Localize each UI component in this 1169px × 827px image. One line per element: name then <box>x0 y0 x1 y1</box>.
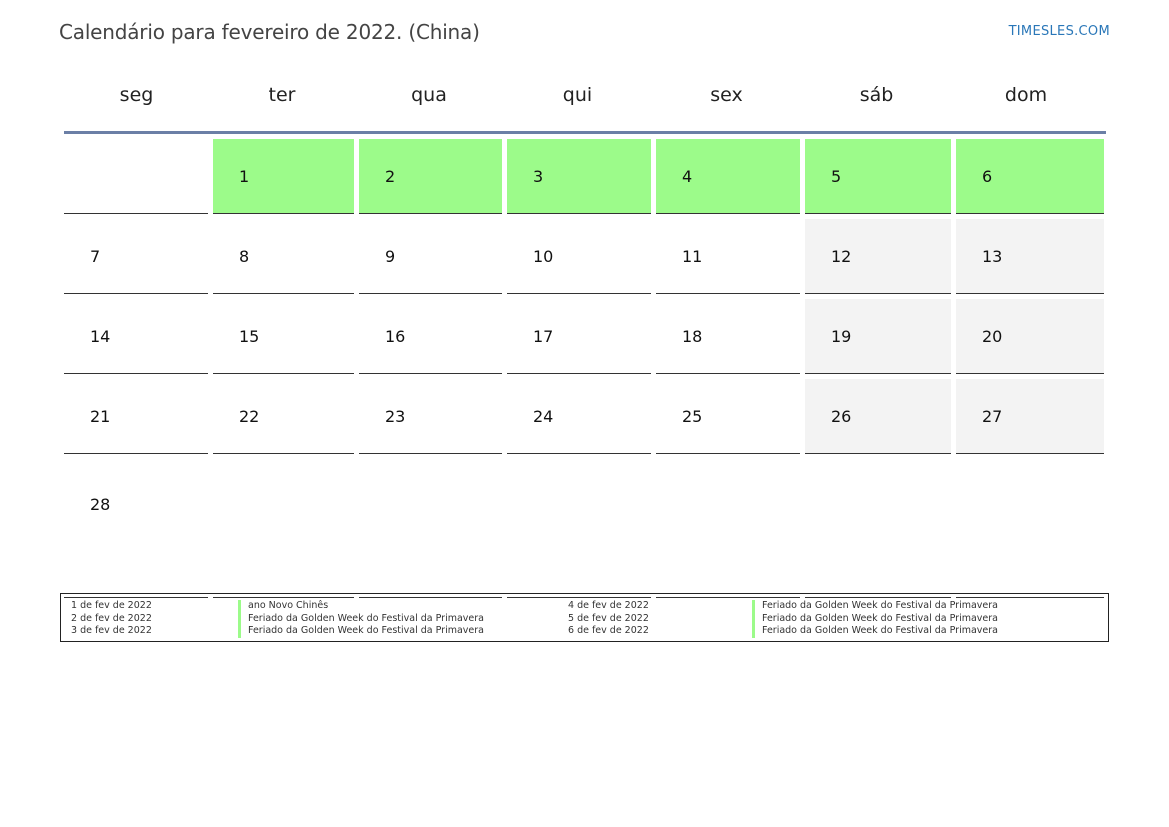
day-number: 15 <box>239 327 260 346</box>
day-number: 3 <box>533 167 544 186</box>
day-cell[interactable]: 28 <box>64 459 208 598</box>
legend-holiday-name: Feriado da Golden Week do Festival da Pr… <box>238 612 484 625</box>
calendar-grid: 1 2 3 4 5 6 7 8 9 10 11 12 13 14 15 16 1… <box>64 139 1106 603</box>
day-cell[interactable]: 15 <box>213 299 354 374</box>
weekday-thu: qui <box>562 84 593 106</box>
day-cell[interactable]: 8 <box>213 219 354 294</box>
legend-date: 5 de fev de 2022 <box>568 612 649 624</box>
day-number: 5 <box>831 167 842 186</box>
day-cell-weekend[interactable]: 20 <box>956 299 1104 374</box>
day-cell-weekend[interactable]: 26 <box>805 379 951 454</box>
day-cell-weekend[interactable]: 13 <box>956 219 1104 294</box>
header-divider <box>64 131 1106 134</box>
weekday-sat: sáb <box>859 84 894 106</box>
day-number: 17 <box>533 327 554 346</box>
week-row: 1 2 3 4 5 6 <box>64 139 1106 214</box>
legend-names-left: ano Novo Chinês Feriado da Golden Week d… <box>238 600 484 638</box>
day-number: 9 <box>385 247 396 266</box>
legend-holiday-name: Feriado da Golden Week do Festival da Pr… <box>752 600 998 613</box>
day-cell-holiday[interactable]: 1 <box>213 139 354 214</box>
day-number: 24 <box>533 407 554 426</box>
day-cell <box>64 139 208 214</box>
legend-holiday-name: Feriado da Golden Week do Festival da Pr… <box>752 612 998 625</box>
day-cell <box>359 459 502 598</box>
day-cell-weekend[interactable]: 27 <box>956 379 1104 454</box>
weekday-mon: seg <box>119 84 154 106</box>
day-number: 8 <box>239 247 250 266</box>
day-cell[interactable]: 24 <box>507 379 651 454</box>
day-number: 19 <box>831 327 852 346</box>
legend-dates-right: 4 de fev de 2022 5 de fev de 2022 6 de f… <box>568 600 649 638</box>
day-number: 12 <box>831 247 852 266</box>
day-cell[interactable]: 10 <box>507 219 651 294</box>
day-cell-weekend[interactable]: 12 <box>805 219 951 294</box>
brand-link[interactable]: TIMESLES.COM <box>1009 24 1110 39</box>
day-cell-holiday[interactable]: 2 <box>359 139 502 214</box>
day-cell <box>213 459 354 598</box>
legend-holiday-name: Feriado da Golden Week do Festival da Pr… <box>752 625 998 638</box>
legend-date: 4 de fev de 2022 <box>568 600 649 611</box>
weekday-tue: ter <box>268 84 296 106</box>
day-cell[interactable]: 11 <box>656 219 800 294</box>
day-cell[interactable]: 21 <box>64 379 208 454</box>
day-number: 23 <box>385 407 406 426</box>
week-row: 7 8 9 10 11 12 13 <box>64 219 1106 294</box>
day-number: 2 <box>385 167 396 186</box>
day-cell[interactable]: 25 <box>656 379 800 454</box>
week-row: 21 22 23 24 25 26 27 <box>64 379 1106 454</box>
legend-holiday-name: Feriado da Golden Week do Festival da Pr… <box>238 625 484 638</box>
day-number: 16 <box>385 327 406 346</box>
day-cell-holiday[interactable]: 4 <box>656 139 800 214</box>
day-number: 26 <box>831 407 852 426</box>
day-cell-weekend[interactable]: 19 <box>805 299 951 374</box>
day-number: 28 <box>90 495 111 514</box>
day-cell[interactable]: 22 <box>213 379 354 454</box>
day-cell[interactable]: 18 <box>656 299 800 374</box>
day-number: 4 <box>682 167 693 186</box>
day-number: 27 <box>982 407 1003 426</box>
day-cell <box>805 459 951 598</box>
day-cell[interactable]: 23 <box>359 379 502 454</box>
holiday-legend: 1 de fev de 2022 2 de fev de 2022 3 de f… <box>60 593 1109 642</box>
day-cell[interactable]: 7 <box>64 219 208 294</box>
weekday-header: seg ter qua qui sex sáb dom <box>64 84 1106 106</box>
day-number: 1 <box>239 167 250 186</box>
day-cell-holiday[interactable]: 6 <box>956 139 1104 214</box>
legend-date: 3 de fev de 2022 <box>71 625 152 636</box>
legend-holiday-name: ano Novo Chinês <box>238 600 484 613</box>
day-cell[interactable]: 17 <box>507 299 651 374</box>
day-number: 22 <box>239 407 260 426</box>
day-number: 13 <box>982 247 1003 266</box>
day-cell <box>656 459 800 598</box>
day-number: 7 <box>90 247 101 266</box>
day-cell <box>956 459 1104 598</box>
week-row: 14 15 16 17 18 19 20 <box>64 299 1106 374</box>
day-cell-holiday[interactable]: 5 <box>805 139 951 214</box>
legend-names-right: Feriado da Golden Week do Festival da Pr… <box>752 600 998 638</box>
day-number: 25 <box>682 407 703 426</box>
legend-dates-left: 1 de fev de 2022 2 de fev de 2022 3 de f… <box>71 600 152 638</box>
day-number: 14 <box>90 327 111 346</box>
day-cell[interactable]: 9 <box>359 219 502 294</box>
weekday-sun: dom <box>1004 84 1048 106</box>
day-number: 6 <box>982 167 993 186</box>
day-number: 20 <box>982 327 1003 346</box>
legend-date: 2 de fev de 2022 <box>71 612 152 624</box>
weekday-wed: qua <box>411 84 447 106</box>
day-cell <box>507 459 651 598</box>
weekday-fri: sex <box>710 84 743 106</box>
page-title: Calendário para fevereiro de 2022. (Chin… <box>59 20 480 44</box>
legend-date: 6 de fev de 2022 <box>568 625 649 636</box>
day-cell[interactable]: 16 <box>359 299 502 374</box>
day-cell-holiday[interactable]: 3 <box>507 139 651 214</box>
day-number: 18 <box>682 327 703 346</box>
day-cell[interactable]: 14 <box>64 299 208 374</box>
legend-date: 1 de fev de 2022 <box>71 600 152 611</box>
day-number: 11 <box>682 247 703 266</box>
day-number: 21 <box>90 407 111 426</box>
day-number: 10 <box>533 247 554 266</box>
week-row: 28 <box>64 459 1106 598</box>
